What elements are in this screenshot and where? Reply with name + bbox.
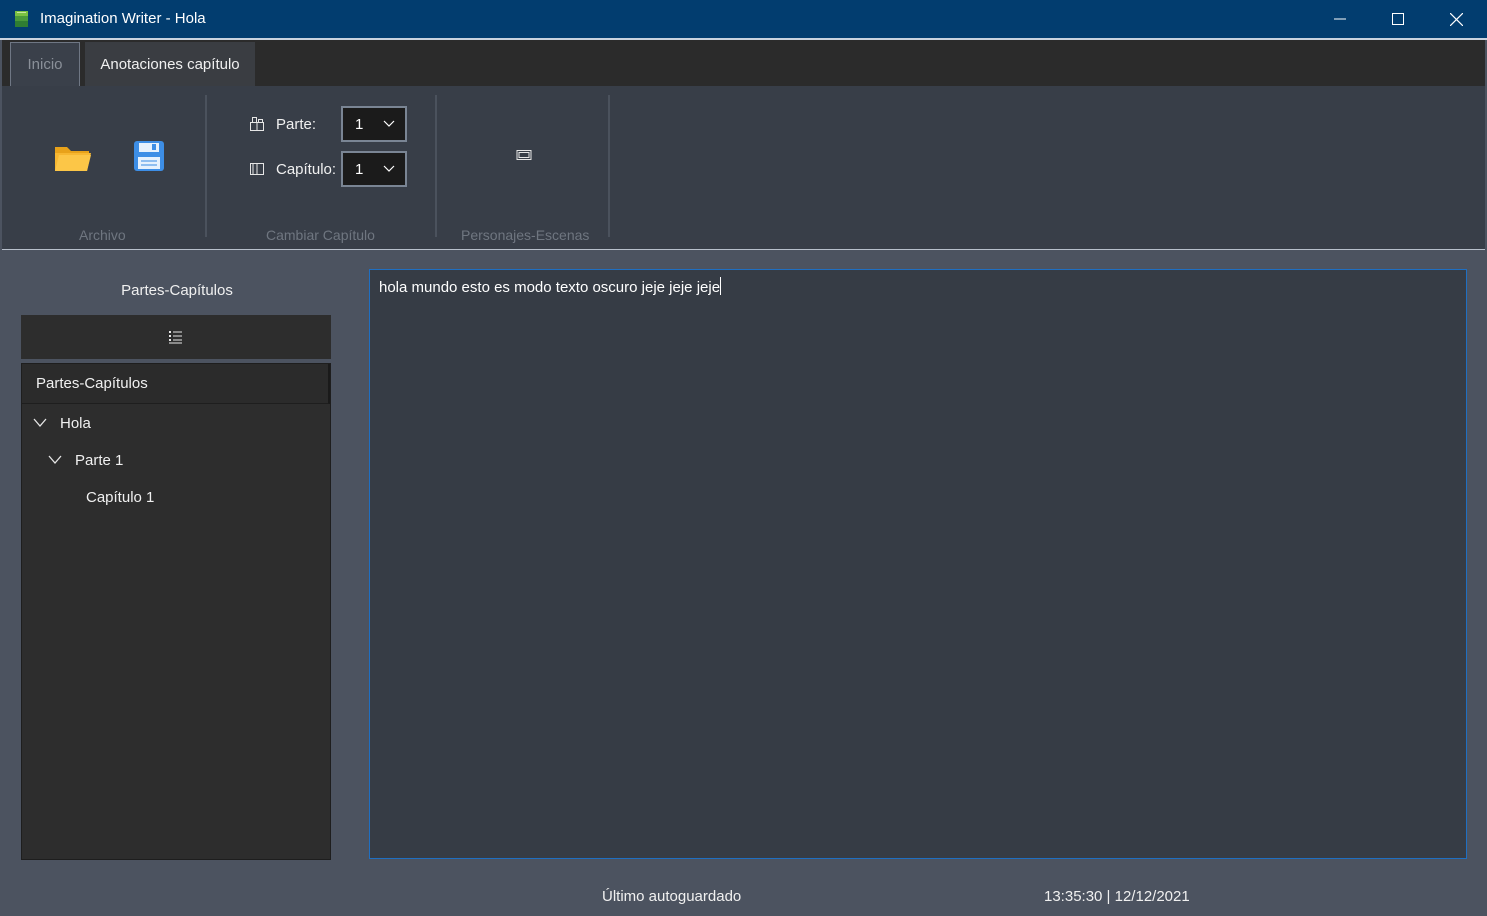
parts-chapters-tree[interactable]: Partes-Capítulos Hola Parte 1 Capítulo 1 <box>21 363 331 860</box>
ribbon-separator <box>435 95 437 237</box>
chevron-down-icon[interactable] <box>45 450 65 470</box>
tab-inicio[interactable]: Inicio <box>10 42 80 86</box>
tree-header[interactable]: Partes-Capítulos <box>22 364 330 404</box>
ribbon-panel: Archivo Parte: 1 Capítulo: 1 Cambiar Cap… <box>2 86 1485 249</box>
text-editor[interactable]: hola mundo esto es modo texto oscuro jej… <box>369 269 1467 859</box>
close-button[interactable] <box>1427 0 1485 38</box>
open-file-button[interactable] <box>52 138 94 176</box>
parte-combobox[interactable]: 1 <box>341 106 407 142</box>
tree-options-button[interactable] <box>21 315 331 359</box>
tab-anotaciones-capitulo[interactable]: Anotaciones capítulo <box>85 42 255 86</box>
folder-open-icon <box>55 147 91 171</box>
tree-item-label: Capítulo 1 <box>86 488 155 506</box>
minimize-icon <box>1334 18 1346 20</box>
chevron-down-icon <box>383 165 395 172</box>
sidebar-title: Partes-Capítulos <box>121 282 233 299</box>
tree-item-label: Parte 1 <box>75 451 124 469</box>
app-book-icon <box>15 11 28 27</box>
capitulo-combobox[interactable]: 1 <box>341 151 407 187</box>
list-icon <box>169 331 182 344</box>
text-caret <box>720 277 722 295</box>
book-icon <box>250 163 264 175</box>
parte-value: 1 <box>355 115 364 133</box>
chevron-down-icon[interactable] <box>30 413 50 433</box>
maximize-button[interactable] <box>1369 0 1427 38</box>
capitulo-value: 1 <box>355 160 364 178</box>
title-bar: Imagination Writer - Hola <box>0 0 1487 38</box>
tree-item-hola[interactable]: Hola <box>30 408 91 438</box>
save-file-button[interactable] <box>128 136 170 176</box>
parte-label: Parte: <box>276 116 317 133</box>
parts-icon <box>250 117 264 131</box>
autosave-label: Último autoguardado <box>602 888 742 905</box>
tree-item-parte-1[interactable]: Parte 1 <box>45 445 123 475</box>
close-icon <box>1449 12 1463 26</box>
editor-text: hola mundo esto es modo texto oscuro jej… <box>379 277 722 296</box>
personajes-escenas-button[interactable] <box>507 142 541 168</box>
window-frame-icon <box>516 150 532 160</box>
ribbon-separator <box>205 95 207 237</box>
tree-item-capitulo-1[interactable]: Capítulo 1 <box>86 482 154 512</box>
chevron-down-icon <box>383 120 395 127</box>
tree-item-label: Hola <box>60 414 91 432</box>
floppy-save-icon <box>134 141 164 171</box>
ribbon-tabstrip: Inicio Anotaciones capítulo <box>2 40 1485 86</box>
maximize-icon <box>1392 13 1404 25</box>
autosave-timestamp: 13:35:30 | 12/12/2021 <box>1044 888 1190 905</box>
group-label-cambiar-capitulo: Cambiar Capítulo <box>266 227 375 243</box>
editor-content: hola mundo esto es modo texto oscuro jej… <box>379 279 721 296</box>
window-title: Imagination Writer - Hola <box>40 10 206 27</box>
minimize-button[interactable] <box>1311 0 1369 38</box>
group-label-personajes-escenas: Personajes-Escenas <box>461 227 590 243</box>
main-area: Partes-Capítulos Partes-Capítulos Hola P… <box>2 250 1485 916</box>
capitulo-label: Capítulo: <box>276 161 337 178</box>
ribbon-separator <box>608 95 610 237</box>
group-label-archivo: Archivo <box>79 227 126 243</box>
